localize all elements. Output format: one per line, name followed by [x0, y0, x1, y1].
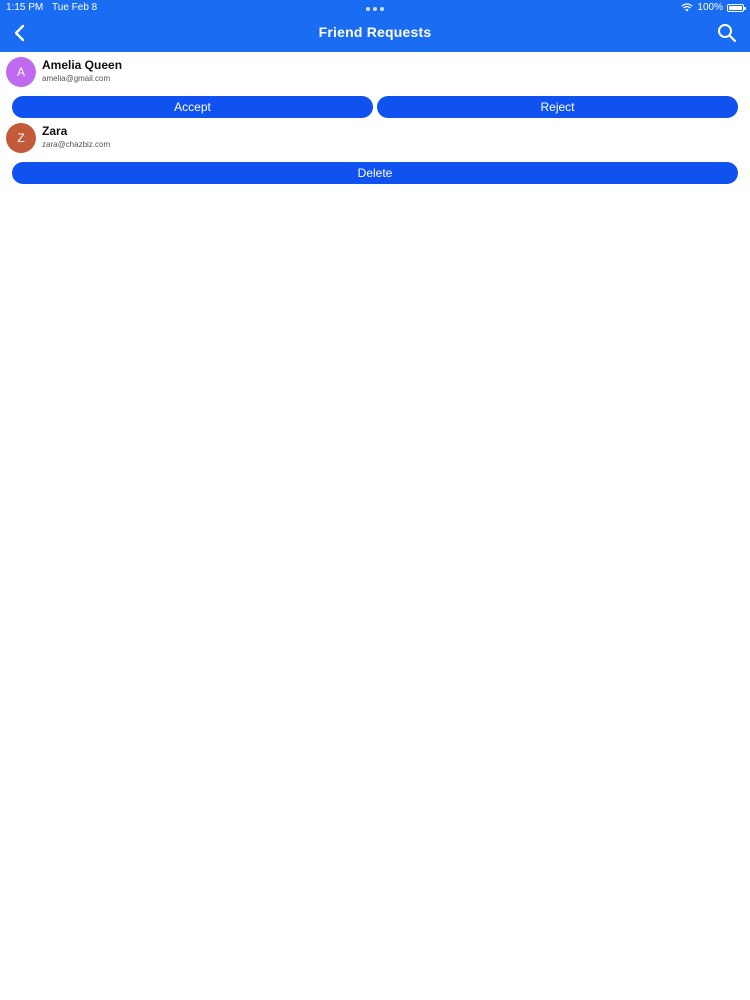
request-email: amelia@gmail.com — [42, 74, 111, 83]
delete-button[interactable]: Delete — [12, 162, 738, 184]
status-bar-right: 100% — [681, 2, 746, 13]
avatar: A — [6, 57, 36, 87]
request-email: zara@chazbiz.com — [42, 140, 111, 149]
status-date: Tue Feb 8 — [52, 2, 98, 13]
wifi-icon — [681, 3, 694, 12]
accept-button[interactable]: Accept — [12, 96, 373, 118]
status-bar-left: 1:15 PM Tue Feb 8 — [6, 2, 97, 13]
search-button[interactable] — [716, 22, 738, 44]
avatar-initial: Z — [17, 131, 25, 145]
page-title: Friend Requests — [318, 24, 432, 40]
search-icon — [718, 24, 737, 43]
status-time: 1:15 PM — [6, 2, 44, 13]
multitasking-dots-icon[interactable] — [366, 7, 384, 11]
battery-icon — [727, 3, 746, 12]
request-name: Amelia Queen — [42, 58, 123, 72]
request-name: Zara — [42, 124, 68, 138]
battery-percent: 100% — [697, 2, 723, 13]
avatar-initial: A — [16, 65, 25, 79]
reject-button[interactable]: Reject — [377, 96, 738, 118]
avatar: Z — [6, 123, 36, 153]
header-bar: 1:15 PM Tue Feb 8 100% Friend Requests — [0, 0, 750, 52]
